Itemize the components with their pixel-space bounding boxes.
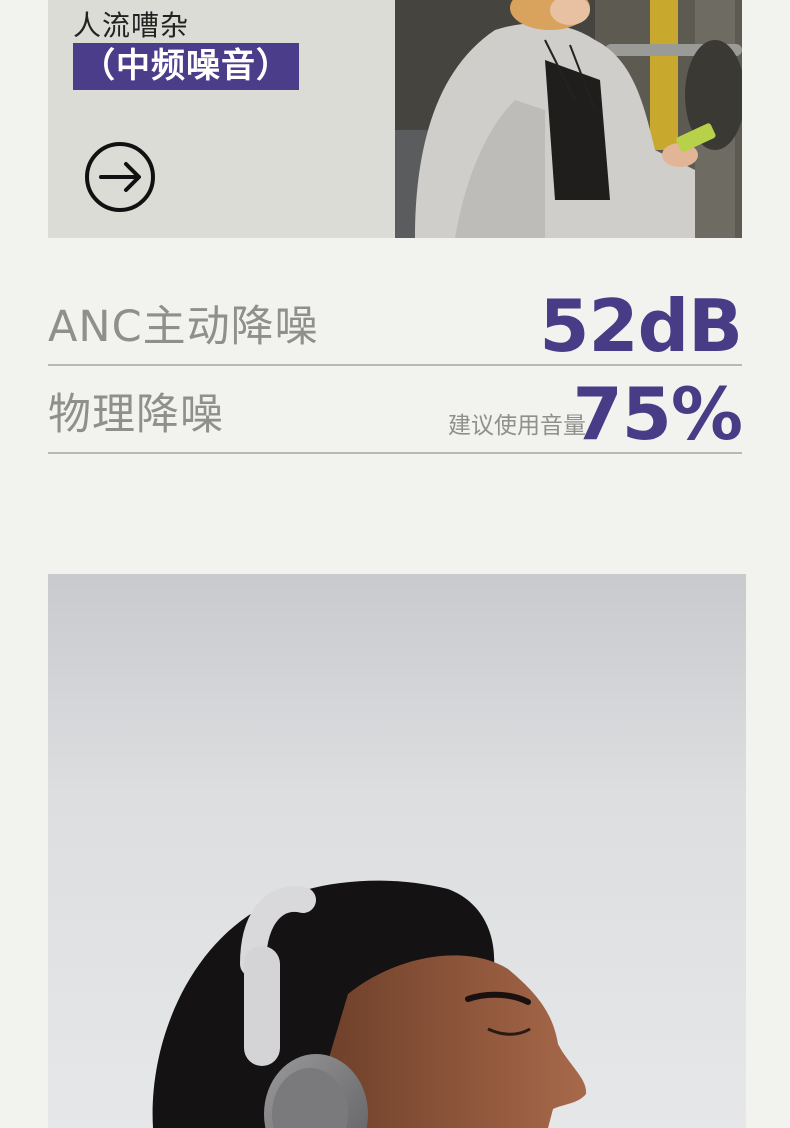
spec-value: 75% [572, 372, 743, 456]
spec-value: 52dB [539, 284, 743, 368]
subway-photo [395, 0, 742, 238]
hero-photo [48, 574, 746, 1128]
spec-row-anc: ANC主动降噪 52dB [48, 280, 743, 368]
spec-row-physical: 物理降噪 建议使用音量 75% [48, 366, 743, 456]
next-button[interactable] [84, 141, 156, 213]
scene-text: 人流嘈杂 [73, 9, 190, 42]
scene-card: 人流嘈杂 （中频噪音） [48, 0, 742, 238]
spec-subtext: 建议使用音量 [448, 413, 586, 439]
noise-frequency-badge: （中频噪音） [73, 43, 299, 90]
spec-label: 物理降噪 [48, 390, 224, 440]
woman-on-subway-illustration [395, 0, 742, 238]
scene-text-panel: 人流嘈杂 （中频噪音） [48, 0, 395, 238]
spec-label: ANC主动降噪 [48, 302, 319, 352]
arrow-right-circle-icon [85, 142, 155, 212]
man-with-headphones-illustration [152, 880, 587, 1128]
